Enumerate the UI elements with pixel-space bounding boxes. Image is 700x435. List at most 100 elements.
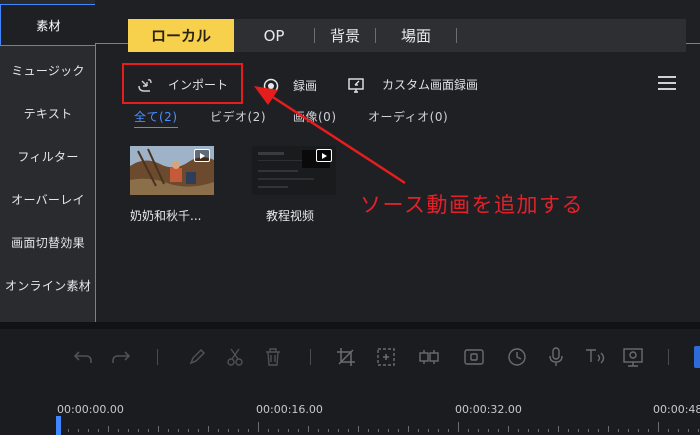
ruler-tick — [418, 429, 419, 432]
ruler-tick — [618, 429, 619, 432]
ruler-tick — [388, 429, 389, 432]
ruler-tick — [78, 429, 79, 432]
tab-bar: ローカル OP 背景 場面 — [128, 19, 686, 52]
ruler-tick — [288, 429, 289, 432]
ruler-tick — [368, 429, 369, 432]
export-button-edge[interactable] — [694, 346, 700, 368]
ruler-tick — [658, 422, 659, 432]
ruler-tick — [518, 429, 519, 432]
timecode-label: 00:00:16.00 — [256, 403, 323, 416]
microphone-icon[interactable] — [545, 346, 567, 368]
tab-label: ローカル — [150, 27, 211, 45]
tab-background[interactable]: 背景 — [315, 19, 375, 52]
pen-icon[interactable] — [186, 346, 208, 368]
sidebar-item-music[interactable]: ミュージック — [0, 49, 96, 91]
ruler-tick — [458, 422, 459, 432]
sidebar-item-label: 画面切替効果 — [11, 235, 85, 250]
ruler-tick — [468, 429, 469, 432]
ruler-tick — [488, 429, 489, 432]
sidebar-item-transition[interactable]: 画面切替効果 — [0, 221, 96, 263]
toolbar-divider — [157, 349, 158, 365]
ruler-tick — [438, 429, 439, 432]
ruler-tick — [478, 429, 479, 432]
trash-icon[interactable] — [262, 346, 284, 368]
ruler-tick — [228, 429, 229, 432]
ruler-tick — [108, 426, 109, 432]
sidebar-item-filter[interactable]: フィルター — [0, 135, 96, 177]
ruler-tick — [428, 429, 429, 432]
ruler-tick — [128, 429, 129, 432]
sidebar-item-label: オンライン素材 — [4, 278, 92, 293]
ruler-tick — [138, 429, 139, 432]
ruler-tick — [348, 429, 349, 432]
ruler-tick — [498, 429, 499, 432]
scissors-icon[interactable] — [224, 346, 246, 368]
ruler-tick — [638, 429, 639, 432]
video-badge-icon — [194, 149, 210, 162]
redo-icon[interactable] — [110, 346, 132, 368]
media-thumbnail-swing[interactable] — [130, 146, 214, 195]
sidebar-item-label: オーバーレイ — [11, 192, 85, 207]
ruler-tick — [88, 429, 89, 432]
text-to-speech-icon[interactable] — [584, 346, 610, 368]
ruler-tick — [648, 429, 649, 432]
sidebar-item-media[interactable]: 素材 — [0, 4, 96, 46]
ruler-tick — [208, 426, 209, 432]
mosaic-icon[interactable] — [375, 346, 397, 368]
ruler-tick — [98, 429, 99, 432]
ruler-tick — [398, 429, 399, 432]
freeze-frame-icon[interactable] — [463, 346, 485, 368]
ruler-tick — [118, 429, 119, 432]
ruler-tick — [238, 429, 239, 432]
sidebar-item-label: 素材 — [36, 18, 61, 33]
tab-label: 背景 — [329, 27, 360, 45]
ruler-tick — [278, 429, 279, 432]
sidebar-item-online-assets[interactable]: オンライン素材 — [0, 264, 96, 306]
undo-icon[interactable] — [72, 346, 94, 368]
tab-local[interactable]: ローカル — [128, 19, 234, 52]
toolbar-divider — [668, 349, 669, 365]
ruler-tick — [678, 429, 679, 432]
ruler-tick — [558, 426, 559, 432]
ruler-tick — [378, 429, 379, 432]
import-highlight-box — [122, 63, 243, 104]
filter-all[interactable]: 全て(2) — [134, 108, 178, 128]
tab-divider — [456, 28, 457, 43]
ruler-tick — [268, 429, 269, 432]
tab-op[interactable]: OP — [234, 19, 314, 52]
ruler-tick — [588, 429, 589, 432]
ruler-tick — [198, 429, 199, 432]
sidebar-item-label: ミュージック — [11, 63, 85, 78]
sidebar-item-overlay[interactable]: オーバーレイ — [0, 178, 96, 220]
ruler-tick — [408, 426, 409, 432]
ruler-tick — [568, 429, 569, 432]
playhead-marker[interactable] — [56, 416, 61, 435]
ruler-tick — [258, 422, 259, 432]
tab-scene[interactable]: 場面 — [376, 19, 456, 52]
ruler-tick — [448, 429, 449, 432]
sidebar: 素材 ミュージック テキスト フィルター オーバーレイ 画面切替効果 オンライン… — [0, 0, 96, 322]
ruler-tick — [68, 429, 69, 432]
ruler-tick — [318, 429, 319, 432]
timecode-label: 00:00:32.00 — [455, 403, 522, 416]
ruler-tick — [608, 426, 609, 432]
sidebar-item-label: テキスト — [23, 106, 73, 121]
crop-icon[interactable] — [335, 346, 357, 368]
timecode-label: 00:00:48 — [653, 403, 700, 416]
split-screen-icon[interactable] — [418, 346, 440, 368]
ruler-tick — [148, 429, 149, 432]
toolbar-divider — [310, 349, 311, 365]
recorder-icon[interactable] — [622, 346, 644, 368]
ruler-tick — [308, 426, 309, 432]
list-menu-icon[interactable] — [658, 76, 676, 90]
timeline-ticks — [58, 422, 700, 432]
annotation-arrow — [254, 86, 406, 185]
ruler-tick — [248, 429, 249, 432]
ruler-tick — [548, 429, 549, 432]
ruler-tick — [338, 429, 339, 432]
panel-divider — [0, 322, 700, 329]
sidebar-item-text[interactable]: テキスト — [0, 92, 96, 134]
speed-icon[interactable] — [506, 346, 528, 368]
sidebar-item-label: フィルター — [17, 149, 79, 164]
media-name: 奶奶和秋千... — [130, 209, 202, 223]
